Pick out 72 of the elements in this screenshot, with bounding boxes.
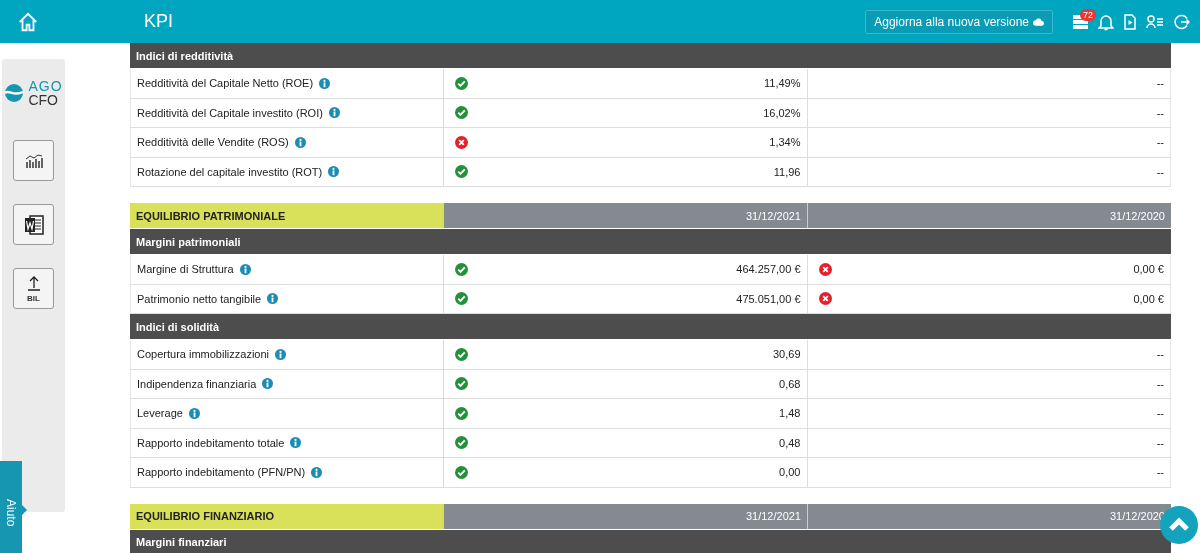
kpi-label: Rapporto indebitamento totale (137, 436, 285, 449)
column-header: 31/12/2020 (807, 503, 1171, 529)
logout-icon[interactable] (1174, 13, 1190, 30)
info-icon[interactable] (311, 466, 323, 478)
kpi-label: Margine di Struttura (137, 263, 234, 276)
info-icon[interactable] (328, 166, 340, 178)
kpi-label: Redditività del Capitale Netto (ROE) (137, 77, 314, 90)
info-icon[interactable] (319, 77, 331, 89)
section-header: Indici di redditività (130, 43, 1171, 69)
kpi-value: 464.257,00 € (736, 263, 801, 276)
kpi-value: 0,48 (779, 436, 801, 449)
info-icon[interactable] (188, 407, 200, 419)
group-header: EQUILIBRIO FINANZIARIO (130, 503, 443, 529)
word-document-icon (23, 213, 44, 236)
kpi-value: 1,34% (769, 136, 801, 149)
page-title: KPI (144, 11, 174, 32)
column-header: 31/12/2020 (807, 203, 1171, 228)
kpi-label: Patrimonio netto tangibile (137, 292, 262, 305)
kpi-label: Rapporto indebitamento (PFN/PN) (137, 466, 306, 479)
column-header: 31/12/2021 (443, 203, 807, 228)
user-list-icon[interactable] (1146, 14, 1164, 29)
kpi-value: -- (1156, 77, 1164, 90)
section-header: Margini patrimoniali (130, 229, 1171, 255)
kpi-value: 0,00 (779, 466, 801, 479)
chart-button[interactable] (13, 140, 54, 181)
kpi-value: -- (1156, 377, 1164, 390)
logo-text: AGO (28, 79, 63, 93)
info-icon[interactable] (275, 348, 287, 360)
chart-icon (24, 153, 43, 168)
kpi-label: Redditività delle Vendite (ROS) (137, 136, 289, 149)
upload-icon (26, 274, 41, 291)
kpi-label: Indipendenza finanziaria (137, 377, 257, 390)
info-icon[interactable] (239, 263, 251, 275)
kpi-value: 11,49% (764, 77, 801, 90)
kpi-value: -- (1156, 348, 1164, 361)
info-icon[interactable] (267, 293, 279, 305)
kpi-value: -- (1156, 436, 1164, 449)
kpi-value: -- (1156, 407, 1164, 420)
kpi-value: 0,00 € (1133, 292, 1164, 305)
kpi-value: 475.051,00 € (736, 292, 801, 305)
section-header: Margini finanziari (130, 529, 1171, 553)
logo-text: CFO (28, 93, 59, 107)
kpi-value: 30,69 (772, 348, 801, 361)
kpi-value: 1,48 (779, 407, 801, 420)
kpi-value: -- (1156, 136, 1164, 149)
kpi-label: Rotazione del capitale investito (ROT) (137, 165, 323, 178)
home-icon[interactable] (17, 10, 39, 33)
info-icon[interactable] (328, 107, 340, 119)
kpi-value: 0,68 (779, 377, 801, 390)
info-icon[interactable] (290, 437, 302, 449)
info-icon[interactable] (294, 136, 306, 148)
upload-button[interactable]: BIL (13, 268, 54, 309)
kpi-value: 11,96 (773, 165, 801, 178)
bell-icon[interactable] (1098, 12, 1114, 31)
update-button[interactable]: Aggiorna alla nuova versione (865, 9, 1053, 34)
column-header: 31/12/2021 (443, 503, 807, 529)
logo-icon (4, 83, 25, 103)
kpi-label: Copertura immobilizzazioni (137, 348, 270, 361)
video-file-icon[interactable] (1124, 13, 1136, 30)
kpi-value: -- (1156, 466, 1164, 479)
kpi-value: -- (1156, 165, 1164, 178)
kpi-value: 16,02% (763, 106, 801, 119)
kpi-label: Redditività del Capitale investito (ROI) (137, 106, 323, 119)
info-icon[interactable] (262, 378, 274, 390)
kpi-value: 0,00 € (1133, 263, 1164, 276)
kpi-label: Leverage (137, 407, 183, 420)
cloud-icon (1033, 17, 1044, 26)
group-header: EQUILIBRIO PATRIMONIALE (130, 203, 443, 228)
notification-badge: 72 (1080, 8, 1096, 21)
word-export-button[interactable] (13, 204, 54, 245)
section-header: Indici di solidità (130, 314, 1171, 340)
kpi-value: -- (1156, 106, 1164, 119)
